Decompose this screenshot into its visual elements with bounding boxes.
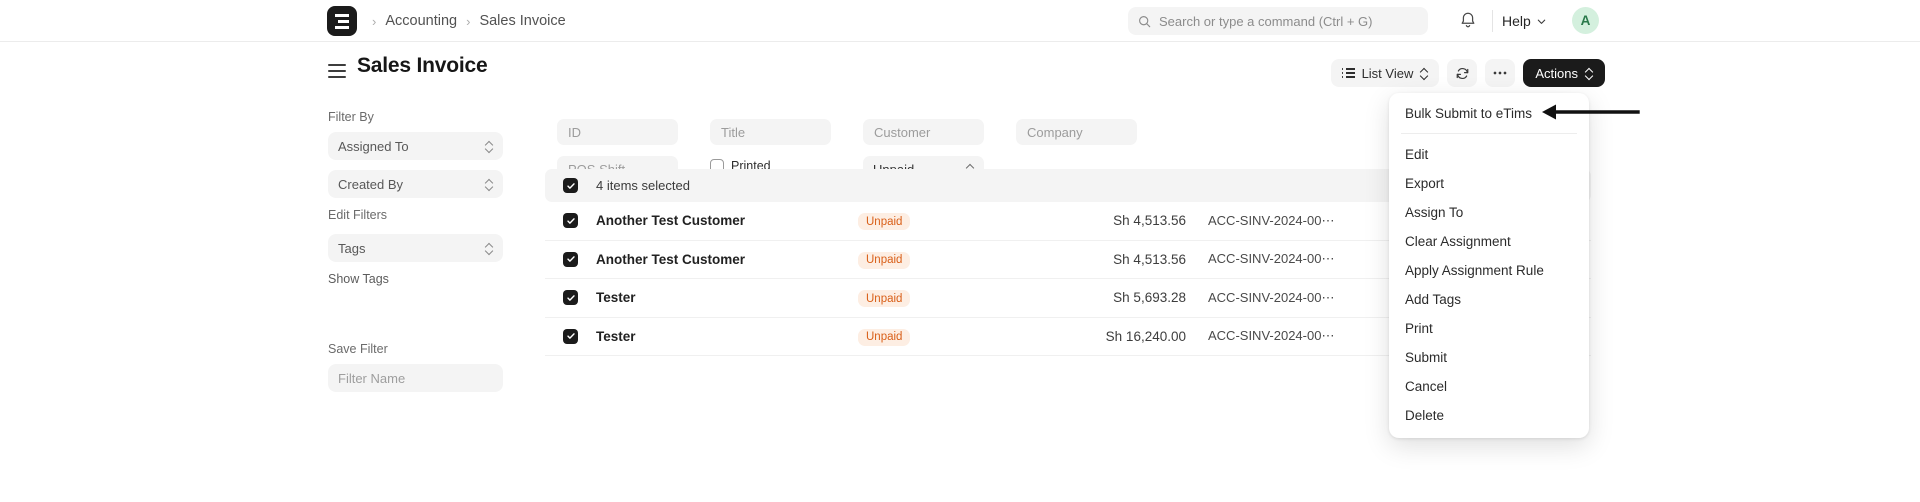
ellipsis-icon — [1492, 70, 1508, 76]
filter-name-input[interactable] — [328, 364, 503, 392]
selected-count-label: 4 items selected — [596, 178, 690, 193]
row-status: Unpaid — [858, 250, 1036, 269]
refresh-button[interactable] — [1447, 59, 1478, 87]
tags-label: Tags — [338, 240, 366, 256]
row-status: Unpaid — [858, 212, 1036, 230]
list-icon — [1341, 68, 1355, 78]
select-all-checkbox[interactable] — [563, 178, 578, 193]
chevron-updown-icon — [485, 242, 493, 255]
show-tags-link[interactable]: Show Tags — [328, 272, 503, 286]
hamburger-icon[interactable] — [328, 64, 346, 78]
menu-item-export[interactable]: Export — [1389, 169, 1589, 198]
row-id[interactable]: ACC-SINV-2024-00⋯ — [1208, 251, 1358, 267]
row-customer[interactable]: Tester — [596, 329, 858, 344]
row-checkbox[interactable] — [563, 213, 578, 229]
help-menu[interactable]: Help — [1502, 10, 1547, 32]
chevron-updown-icon — [1420, 67, 1428, 80]
chevron-updown-icon — [485, 178, 493, 191]
navbar-divider — [1492, 10, 1493, 32]
row-amount: Sh 5,693.28 — [1113, 290, 1186, 306]
help-label: Help — [1502, 13, 1531, 29]
actions-button[interactable]: Actions — [1523, 59, 1605, 87]
bell-icon[interactable] — [1456, 9, 1480, 33]
row-amount: Sh 4,513.56 — [1113, 251, 1186, 267]
assigned-to-label: Assigned To — [338, 138, 409, 154]
menu-item-delete[interactable]: Delete — [1389, 401, 1589, 430]
row-id[interactable]: ACC-SINV-2024-00⋯ — [1208, 290, 1358, 306]
row-customer[interactable]: Another Test Customer — [596, 252, 858, 267]
filter-company-input[interactable] — [1016, 119, 1137, 145]
row-amount: Sh 4,513.56 — [1113, 213, 1186, 229]
created-by-select[interactable]: Created By — [328, 170, 503, 198]
search-icon — [1138, 15, 1151, 28]
breadcrumb-item-accounting[interactable]: Accounting — [385, 13, 457, 29]
menu-item-add-tags[interactable]: Add Tags — [1389, 285, 1589, 314]
list-view-label: List View — [1361, 65, 1414, 81]
more-options-button[interactable] — [1485, 59, 1516, 87]
refresh-icon — [1455, 66, 1470, 81]
row-checkbox[interactable] — [563, 328, 578, 344]
row-status: Unpaid — [858, 327, 1036, 346]
avatar[interactable]: A — [1572, 7, 1599, 34]
breadcrumb: › Accounting › Sales Invoice — [372, 0, 566, 42]
filter-sidebar: Filter By Assigned To Created By Edit Fi… — [328, 110, 503, 392]
search-input[interactable]: Search or type a command (Ctrl + G) — [1128, 7, 1428, 35]
status-badge: Unpaid — [858, 328, 911, 346]
search-placeholder: Search or type a command (Ctrl + G) — [1159, 13, 1373, 29]
menu-item-apply-assignment-rule[interactable]: Apply Assignment Rule — [1389, 256, 1589, 285]
chevron-down-icon — [1536, 16, 1547, 27]
row-amount: Sh 16,240.00 — [1105, 328, 1186, 344]
menu-item-group: Edit Export Assign To Clear Assignment Apply… — [1389, 140, 1589, 430]
menu-item-print[interactable]: Print — [1389, 314, 1589, 343]
status-badge: Unpaid — [858, 290, 911, 307]
erpnext-logo-icon[interactable] — [327, 6, 357, 36]
row-id[interactable]: ACC-SINV-2024-00⋯ — [1208, 213, 1358, 229]
filter-title-input[interactable] — [710, 119, 831, 145]
top-navbar: › Accounting › Sales Invoice Search or t… — [0, 0, 1920, 42]
row-checkbox[interactable] — [563, 290, 578, 306]
actions-label: Actions — [1535, 65, 1578, 81]
save-filter-label: Save Filter — [328, 342, 388, 356]
menu-item-edit[interactable]: Edit — [1389, 140, 1589, 169]
chevron-right-icon: › — [466, 13, 471, 29]
row-customer[interactable]: Another Test Customer — [596, 213, 858, 228]
page-toolbar: List View Actions — [1330, 59, 1605, 87]
edit-filters-link[interactable]: Edit Filters — [328, 208, 503, 222]
created-by-label: Created By — [338, 176, 404, 192]
chevron-updown-icon — [1585, 67, 1593, 80]
actions-dropdown-menu: Bulk Submit to eTims Edit Export Assign To… — [1389, 93, 1589, 438]
row-id[interactable]: ACC-SINV-2024-00⋯ — [1208, 328, 1358, 344]
chevron-right-icon: › — [372, 13, 377, 29]
logo-glyph — [335, 13, 349, 29]
filter-id-input[interactable] — [557, 119, 678, 145]
annotation-arrow-icon — [1540, 103, 1640, 121]
menu-item-clear-assignment[interactable]: Clear Assignment — [1389, 227, 1589, 256]
row-customer[interactable]: Tester — [596, 290, 858, 305]
chevron-updown-icon — [485, 140, 493, 153]
filter-by-label: Filter By — [328, 110, 374, 124]
status-badge: Unpaid — [858, 251, 911, 269]
menu-item-assign-to[interactable]: Assign To — [1389, 198, 1589, 227]
filter-customer-input[interactable] — [863, 119, 984, 145]
status-badge: Unpaid — [858, 213, 911, 230]
menu-divider — [1401, 133, 1577, 134]
tags-select[interactable]: Tags — [328, 234, 503, 262]
row-checkbox[interactable] — [563, 251, 578, 267]
page-title: Sales Invoice — [357, 54, 488, 77]
menu-item-submit[interactable]: Submit — [1389, 343, 1589, 372]
assigned-to-select[interactable]: Assigned To — [328, 132, 503, 160]
row-status: Unpaid — [858, 289, 1036, 307]
menu-item-cancel[interactable]: Cancel — [1389, 372, 1589, 401]
list-view-switcher[interactable]: List View — [1330, 59, 1440, 87]
app-root: › Accounting › Sales Invoice Search or t… — [0, 0, 1920, 502]
breadcrumb-item-sales-invoice[interactable]: Sales Invoice — [479, 13, 565, 29]
